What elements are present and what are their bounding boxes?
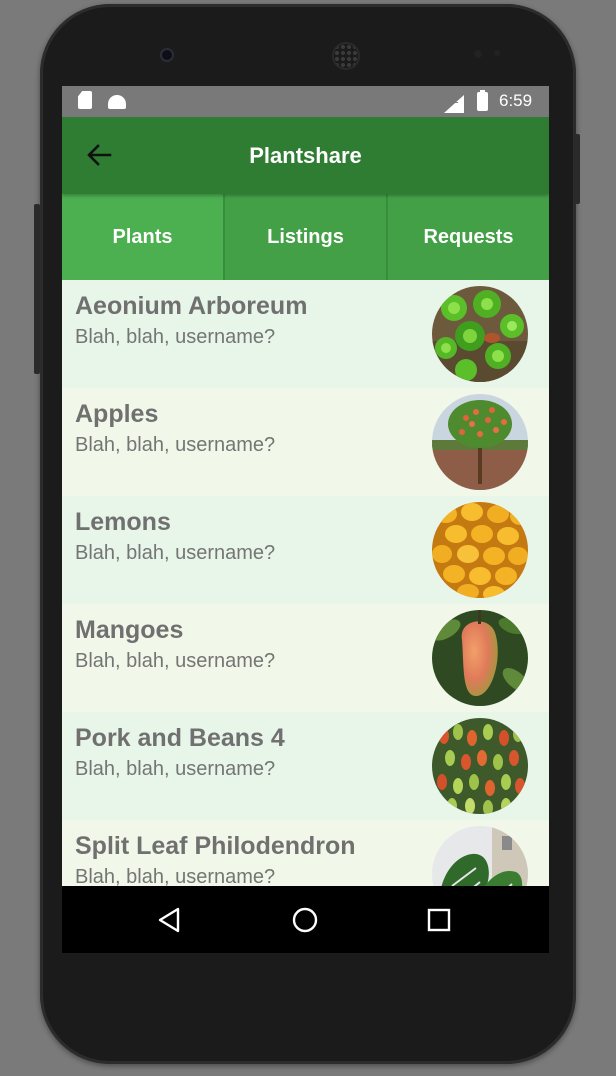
back-triangle-icon[interactable] (156, 906, 184, 934)
item-title: Pork and Beans 4 (75, 724, 285, 752)
mango-photo (432, 610, 528, 706)
earpiece-speaker (332, 42, 360, 70)
plant-list: Aeonium Arboreum Blah, blah, username? A… (62, 280, 549, 928)
power-button (574, 134, 580, 204)
proximity-sensor (474, 50, 482, 58)
list-item-mangoes[interactable]: Mangoes Blah, blah, username? (62, 604, 549, 712)
list-item-pork-and-beans[interactable]: Pork and Beans 4 Blah, blah, username? (62, 712, 549, 820)
light-sensor (494, 50, 500, 56)
lemons-photo (432, 502, 528, 598)
item-title: Lemons (75, 508, 171, 536)
tab-plants[interactable]: Plants (62, 194, 225, 280)
item-title: Split Leaf Philodendron (75, 832, 356, 860)
item-title: Mangoes (75, 616, 184, 644)
item-subtitle: Blah, blah, username? (75, 650, 276, 672)
system-nav-bar (62, 886, 549, 953)
sedum-photo (432, 718, 528, 814)
item-title: Apples (75, 400, 159, 428)
list-item-lemons[interactable]: Lemons Blah, blah, username? (62, 496, 549, 604)
recents-square-icon[interactable] (425, 906, 453, 934)
sd-card-icon (78, 91, 92, 109)
lte-signal-icon: LTE (442, 92, 464, 113)
item-subtitle: Blah, blah, username? (75, 434, 276, 456)
screen: LTE 6:59 Plantshare Plants Listings Requ… (62, 86, 549, 953)
tab-bar: Plants Listings Requests (62, 194, 549, 280)
app-title: Plantshare (249, 143, 362, 168)
item-subtitle: Blah, blah, username? (75, 542, 276, 564)
succulent-photo (432, 286, 528, 382)
item-subtitle: Blah, blah, username? (75, 326, 276, 348)
home-circle-icon[interactable] (291, 906, 319, 934)
item-title: Aeonium Arboreum (75, 292, 308, 320)
status-time: 6:59 (499, 91, 533, 110)
tab-listings[interactable]: Listings (225, 194, 388, 280)
item-subtitle: Blah, blah, username? (75, 758, 276, 780)
battery-icon (477, 90, 488, 111)
front-camera (160, 48, 174, 62)
list-item-apples[interactable]: Apples Blah, blah, username? (62, 388, 549, 496)
tab-requests[interactable]: Requests (388, 194, 549, 280)
list-item-aeonium[interactable]: Aeonium Arboreum Blah, blah, username? (62, 280, 549, 388)
apple-tree-photo (432, 394, 528, 490)
android-icon (108, 95, 126, 109)
volume-button (34, 204, 40, 374)
app-bar: Plantshare (62, 117, 549, 194)
status-bar: LTE 6:59 (62, 86, 549, 117)
